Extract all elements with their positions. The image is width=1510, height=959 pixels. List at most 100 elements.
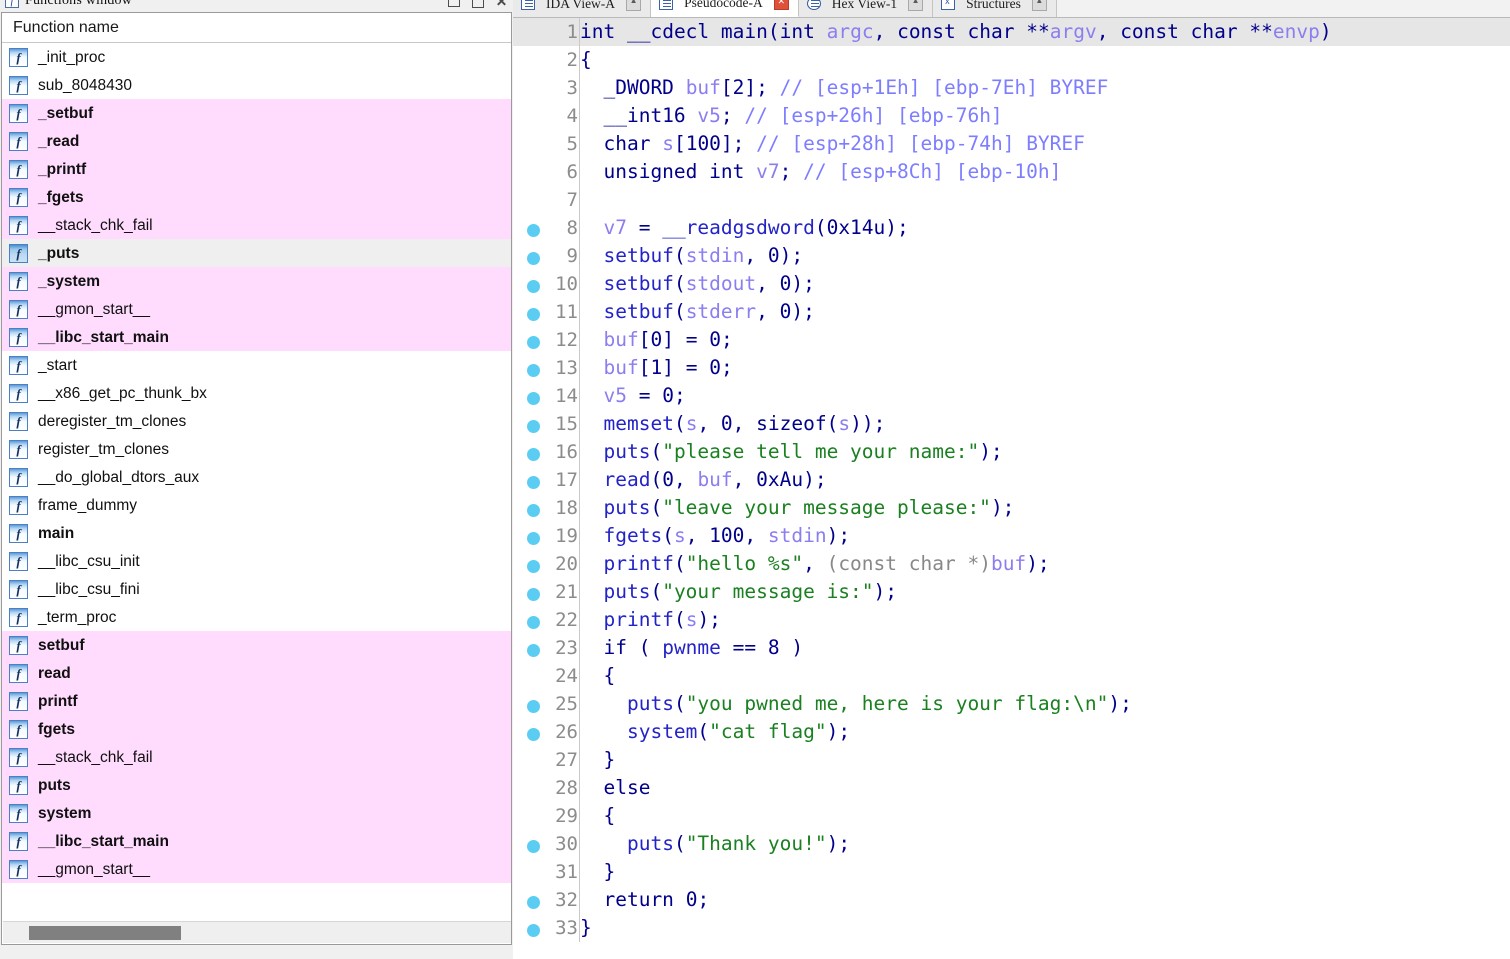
function-list-item[interactable]: f __libc_start_main <box>2 323 511 351</box>
code-line[interactable]: 6 unsigned int v7; // [esp+8Ch] [ebp-10h… <box>513 158 1510 186</box>
code-text: puts("your message is:"); <box>603 580 898 603</box>
code-line[interactable]: 10 setbuf(stdout, 0); <box>513 270 1510 298</box>
code-line[interactable]: 30 puts("Thank you!"); <box>513 830 1510 858</box>
function-list-item[interactable]: f __gmon_start__ <box>2 295 511 323</box>
function-name-column-header[interactable]: Function name <box>2 13 511 43</box>
code-line[interactable]: 16 puts("please tell me your name:"); <box>513 438 1510 466</box>
function-list-item[interactable]: f sub_8048430 <box>2 71 511 99</box>
function-list-item[interactable]: f main <box>2 519 511 547</box>
pseudocode-editor[interactable]: 1 int __cdecl main(int argc, const char *… <box>513 18 1510 959</box>
function-name-label: __stack_chk_fail <box>38 748 153 766</box>
function-name-label: __x86_get_pc_thunk_bx <box>38 384 207 402</box>
line-number: 31 <box>555 861 578 883</box>
code-line[interactable]: 9 setbuf(stdin, 0); <box>513 242 1510 270</box>
line-number: 28 <box>555 777 578 799</box>
function-list-item[interactable]: f fgets <box>2 715 511 743</box>
tab-pseudocode-a[interactable]: Pseudocode-A <box>651 0 799 17</box>
code-line[interactable]: 19 fgets(s, 100, stdin); <box>513 522 1510 550</box>
code-line[interactable]: 11 setbuf(stderr, 0); <box>513 298 1510 326</box>
function-list-item[interactable]: f printf <box>2 687 511 715</box>
function-list-item[interactable]: f _read <box>2 127 511 155</box>
function-icon: f <box>9 495 28 515</box>
function-list-item[interactable]: f _init_proc <box>2 43 511 71</box>
function-list-item[interactable]: f _printf <box>2 155 511 183</box>
code-line[interactable]: 3 _DWORD buf[2]; // [esp+1Eh] [ebp-7Eh] … <box>513 74 1510 102</box>
function-list-item[interactable]: f _setbuf <box>2 99 511 127</box>
function-icon: f <box>9 75 28 95</box>
functions-window-title: Functions window <box>25 0 133 8</box>
function-list-item[interactable]: f read <box>2 659 511 687</box>
code-line[interactable]: 31 } <box>513 858 1510 886</box>
function-name-label: deregister_tm_clones <box>38 412 187 430</box>
function-icon: f <box>9 103 28 123</box>
code-line[interactable]: 5 char s[100]; // [esp+28h] [ebp-74h] BY… <box>513 130 1510 158</box>
function-list-item[interactable]: f __libc_csu_init <box>2 547 511 575</box>
function-icon: f <box>9 271 28 291</box>
function-list-item[interactable]: f frame_dummy <box>2 491 511 519</box>
tab-ida-view-a[interactable]: IDA View-A <box>513 0 652 17</box>
code-line[interactable]: 14 v5 = 0; <box>513 382 1510 410</box>
tab-restore-icon[interactable] <box>1031 0 1047 11</box>
code-line[interactable]: 17 read(0, buf, 0xAu); <box>513 466 1510 494</box>
function-list-item[interactable]: f __stack_chk_fail <box>2 743 511 771</box>
function-list-item[interactable]: f _fgets <box>2 183 511 211</box>
function-list-item[interactable]: f system <box>2 799 511 827</box>
function-list-item[interactable]: f puts <box>2 771 511 799</box>
tab-restore-icon[interactable] <box>626 0 642 11</box>
function-list-item[interactable]: f __stack_chk_fail <box>2 211 511 239</box>
code-line[interactable]: 2{ <box>513 46 1510 74</box>
code-line[interactable]: 20 printf("hello %s", (const char *)buf)… <box>513 550 1510 578</box>
function-icon: f <box>9 551 28 571</box>
code-line[interactable]: 24 { <box>513 662 1510 690</box>
tab-structures[interactable]: Structures <box>933 0 1057 17</box>
code-line[interactable]: 26 system("cat flag"); <box>513 718 1510 746</box>
code-line[interactable]: 18 puts("leave your message please:"); <box>513 494 1510 522</box>
code-line[interactable]: 32 return 0; <box>513 886 1510 914</box>
tab-close-icon[interactable] <box>773 0 789 10</box>
float-window-icon[interactable] <box>448 0 460 7</box>
function-list-item[interactable]: f __libc_csu_fini <box>2 575 511 603</box>
function-list-item[interactable]: f __libc_start_main <box>2 827 511 855</box>
function-list-item[interactable]: f register_tm_clones <box>2 435 511 463</box>
function-icon: f <box>9 523 28 543</box>
function-list-item[interactable]: f deregister_tm_clones <box>2 407 511 435</box>
code-line[interactable]: 1 int __cdecl main(int argc, const char *… <box>513 18 1510 46</box>
code-line[interactable]: 13 buf[1] = 0; <box>513 354 1510 382</box>
function-name-label: system <box>38 804 92 822</box>
line-number: 5 <box>566 133 578 155</box>
code-line[interactable]: 28 else <box>513 774 1510 802</box>
function-list-item[interactable]: f __do_global_dtors_aux <box>2 463 511 491</box>
function-list-item[interactable]: f _puts <box>2 239 511 267</box>
code-text: __int16 v5; // [esp+26h] [ebp-76h] <box>603 104 1003 127</box>
code-line[interactable]: 4 __int16 v5; // [esp+26h] [ebp-76h] <box>513 102 1510 130</box>
function-list-item[interactable]: f _start <box>2 351 511 379</box>
code-line[interactable]: 22 printf(s); <box>513 606 1510 634</box>
function-name-label: _term_proc <box>38 608 117 626</box>
code-line[interactable]: 7 <box>513 186 1510 214</box>
function-name-label: _system <box>38 272 101 290</box>
code-line[interactable]: 23 if ( pwnme == 8 ) <box>513 634 1510 662</box>
close-window-icon[interactable] <box>496 0 507 6</box>
code-line[interactable]: 21 puts("your message is:"); <box>513 578 1510 606</box>
code-line[interactable]: 29 { <box>513 802 1510 830</box>
function-list-item[interactable]: f setbuf <box>2 631 511 659</box>
code-line[interactable]: 33} <box>513 914 1510 942</box>
scrollbar-thumb[interactable] <box>29 926 181 940</box>
function-list-item[interactable]: f _term_proc <box>2 603 511 631</box>
minimize-window-icon[interactable] <box>472 0 484 8</box>
function-list-item[interactable]: f _system <box>2 267 511 295</box>
function-list[interactable]: f _init_proc f sub_8048430 f _setbuf f _read f _p… <box>2 43 511 883</box>
function-icon: f <box>9 803 28 823</box>
code-line[interactable]: 12 buf[0] = 0; <box>513 326 1510 354</box>
function-list-item[interactable]: f __gmon_start__ <box>2 855 511 883</box>
functions-horizontal-scrollbar[interactable] <box>3 921 511 943</box>
tab-hex-view-1[interactable]: Hex View-1 <box>798 0 934 17</box>
tab-restore-icon[interactable] <box>908 0 924 11</box>
code-line[interactable]: 27 } <box>513 746 1510 774</box>
code-line[interactable]: 8 v7 = __readgsdword(0x14u); <box>513 214 1510 242</box>
functions-window-controls <box>448 0 507 10</box>
line-number: 8 <box>566 217 578 239</box>
code-line[interactable]: 25 puts("you pwned me, here is your flag… <box>513 690 1510 718</box>
function-list-item[interactable]: f __x86_get_pc_thunk_bx <box>2 379 511 407</box>
code-line[interactable]: 15 memset(s, 0, sizeof(s)); <box>513 410 1510 438</box>
